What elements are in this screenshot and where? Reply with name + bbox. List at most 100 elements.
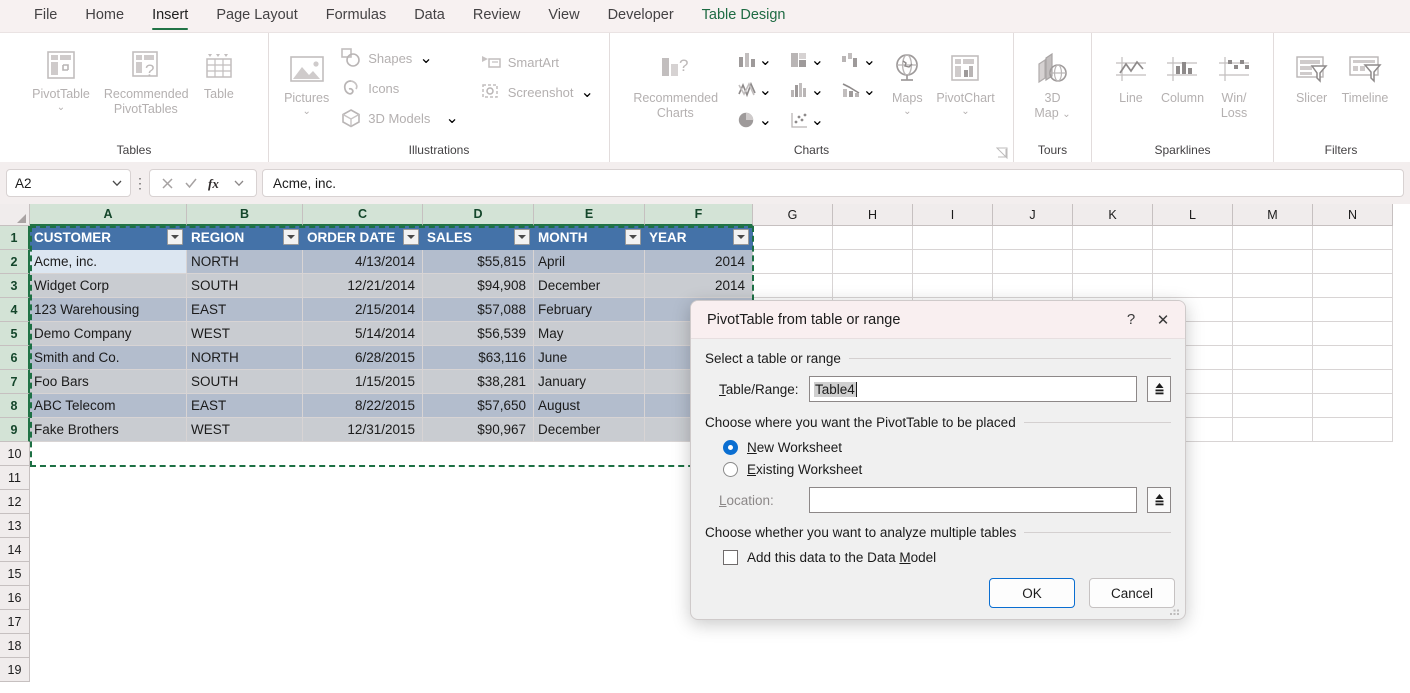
tab-view[interactable]: View bbox=[534, 3, 593, 29]
cell-E8[interactable]: August bbox=[534, 394, 645, 418]
filter-dropdown-icon-region[interactable] bbox=[283, 229, 299, 245]
formula-bar-chevron-down-icon[interactable] bbox=[228, 172, 250, 194]
cell-A5[interactable]: Demo Company bbox=[30, 322, 187, 346]
pie-chart-chevron-down-icon[interactable]: ⌄ bbox=[759, 110, 772, 130]
pivotchart-button[interactable]: PivotChart ⌄ bbox=[930, 39, 1000, 119]
filter-dropdown-icon-customer[interactable] bbox=[167, 229, 183, 245]
cell-C5[interactable]: 5/14/2014 bbox=[303, 322, 423, 346]
tab-developer[interactable]: Developer bbox=[594, 3, 688, 29]
table-range-input[interactable]: Table4 bbox=[809, 376, 1137, 402]
column-header-A[interactable]: A bbox=[30, 204, 187, 226]
cell-B5[interactable]: WEST bbox=[187, 322, 303, 346]
row-header-3[interactable]: 3 bbox=[0, 274, 30, 298]
cell-A6[interactable]: Smith and Co. bbox=[30, 346, 187, 370]
row-header-9[interactable]: 9 bbox=[0, 418, 30, 442]
cell-E2[interactable]: April bbox=[534, 250, 645, 274]
cell-A3[interactable]: Widget Corp bbox=[30, 274, 187, 298]
cell-I3[interactable] bbox=[913, 274, 993, 298]
cell-D7[interactable]: $38,281 bbox=[423, 370, 534, 394]
shapes-chevron-down-icon[interactable]: ⌄ bbox=[419, 48, 432, 68]
row-header-16[interactable]: 16 bbox=[0, 586, 30, 610]
icons-button[interactable]: Icons bbox=[335, 73, 465, 103]
cell-C3[interactable]: 12/21/2014 bbox=[303, 274, 423, 298]
cell-N1[interactable] bbox=[1313, 226, 1393, 250]
cell-N8[interactable] bbox=[1313, 394, 1393, 418]
cell-B4[interactable]: EAST bbox=[187, 298, 303, 322]
column-chart-button[interactable]: ⌄ bbox=[728, 45, 780, 75]
row-header-7[interactable]: 7 bbox=[0, 370, 30, 394]
cell-E9[interactable]: December bbox=[534, 418, 645, 442]
cell-H2[interactable] bbox=[833, 250, 913, 274]
column-header-H[interactable]: H bbox=[833, 204, 913, 226]
column-header-B[interactable]: B bbox=[187, 204, 303, 226]
cell-K3[interactable] bbox=[1073, 274, 1153, 298]
screenshot-chevron-down-icon[interactable]: ⌄ bbox=[581, 82, 594, 102]
row-header-17[interactable]: 17 bbox=[0, 610, 30, 634]
filter-dropdown-icon-order-date[interactable] bbox=[403, 229, 419, 245]
cell-L1[interactable] bbox=[1153, 226, 1233, 250]
cell-E7[interactable]: January bbox=[534, 370, 645, 394]
cell-H3[interactable] bbox=[833, 274, 913, 298]
scatter-chart-button[interactable]: ⌄ bbox=[780, 105, 832, 135]
column-header-L[interactable]: L bbox=[1153, 204, 1233, 226]
line-chart-chevron-down-icon[interactable]: ⌄ bbox=[759, 80, 772, 100]
cell-M7[interactable] bbox=[1233, 370, 1313, 394]
cell-D8[interactable]: $57,650 bbox=[423, 394, 534, 418]
row-header-5[interactable]: 5 bbox=[0, 322, 30, 346]
table-range-picker-button[interactable] bbox=[1147, 376, 1171, 402]
cell-C8[interactable]: 8/22/2015 bbox=[303, 394, 423, 418]
cell-G3[interactable] bbox=[753, 274, 833, 298]
cell-C6[interactable]: 6/28/2015 bbox=[303, 346, 423, 370]
maps-button[interactable]: Maps ⌄ bbox=[884, 39, 930, 119]
cell-B8[interactable]: EAST bbox=[187, 394, 303, 418]
cell-K2[interactable] bbox=[1073, 250, 1153, 274]
row-header-4[interactable]: 4 bbox=[0, 298, 30, 322]
tab-formulas[interactable]: Formulas bbox=[312, 3, 400, 29]
table-header-year[interactable]: YEAR bbox=[645, 226, 753, 250]
column-header-E[interactable]: E bbox=[534, 204, 645, 226]
statistic-chart-chevron-down-icon[interactable]: ⌄ bbox=[811, 80, 824, 100]
cell-N7[interactable] bbox=[1313, 370, 1393, 394]
line-chart-button[interactable]: ⌄ bbox=[728, 75, 780, 105]
cell-A8[interactable]: ABC Telecom bbox=[30, 394, 187, 418]
cell-A9[interactable]: Fake Brothers bbox=[30, 418, 187, 442]
slicer-button[interactable]: Slicer bbox=[1288, 39, 1336, 108]
waterfall-chart-button[interactable]: ⌄ bbox=[832, 45, 884, 75]
cell-I1[interactable] bbox=[913, 226, 993, 250]
cell-J2[interactable] bbox=[993, 250, 1073, 274]
radio-new-worksheet[interactable]: New Worksheet bbox=[705, 440, 1171, 455]
help-icon[interactable]: ? bbox=[1115, 305, 1147, 335]
recommended-charts-button[interactable]: ? Recommended Charts bbox=[622, 39, 728, 123]
formula-input[interactable]: Acme, inc. bbox=[262, 169, 1404, 197]
cell-C9[interactable]: 12/31/2015 bbox=[303, 418, 423, 442]
checkbox-data-model[interactable]: Add this data to the Data Model bbox=[705, 550, 1171, 565]
table-header-customer[interactable]: CUSTOMER bbox=[30, 226, 187, 250]
cancel-formula-icon[interactable] bbox=[156, 172, 178, 194]
cell-A7[interactable]: Foo Bars bbox=[30, 370, 187, 394]
row-header-1[interactable]: 1 bbox=[0, 226, 30, 250]
name-box-chevron-down-icon[interactable] bbox=[112, 180, 122, 187]
cell-I2[interactable] bbox=[913, 250, 993, 274]
column-header-F[interactable]: F bbox=[645, 204, 753, 226]
cancel-button[interactable]: Cancel bbox=[1089, 578, 1175, 608]
table-header-region[interactable]: REGION bbox=[187, 226, 303, 250]
column-header-M[interactable]: M bbox=[1233, 204, 1313, 226]
row-header-2[interactable]: 2 bbox=[0, 250, 30, 274]
cell-N5[interactable] bbox=[1313, 322, 1393, 346]
shapes-button[interactable]: Shapes ⌄ bbox=[335, 43, 465, 73]
scatter-chart-chevron-down-icon[interactable]: ⌄ bbox=[811, 110, 824, 130]
cell-J3[interactable] bbox=[993, 274, 1073, 298]
column-header-J[interactable]: J bbox=[993, 204, 1073, 226]
tab-data[interactable]: Data bbox=[400, 3, 459, 29]
row-header-12[interactable]: 12 bbox=[0, 490, 30, 514]
cell-K1[interactable] bbox=[1073, 226, 1153, 250]
insert-function-icon[interactable]: fx bbox=[204, 172, 226, 194]
cell-J1[interactable] bbox=[993, 226, 1073, 250]
cell-A2[interactable]: Acme, inc. bbox=[30, 250, 187, 274]
table-header-sales[interactable]: SALES bbox=[423, 226, 534, 250]
row-header-6[interactable]: 6 bbox=[0, 346, 30, 370]
column-header-C[interactable]: C bbox=[303, 204, 423, 226]
3d-map-chevron-down-icon[interactable]: ⌄ bbox=[1062, 109, 1070, 120]
cell-N3[interactable] bbox=[1313, 274, 1393, 298]
cell-D5[interactable]: $56,539 bbox=[423, 322, 534, 346]
